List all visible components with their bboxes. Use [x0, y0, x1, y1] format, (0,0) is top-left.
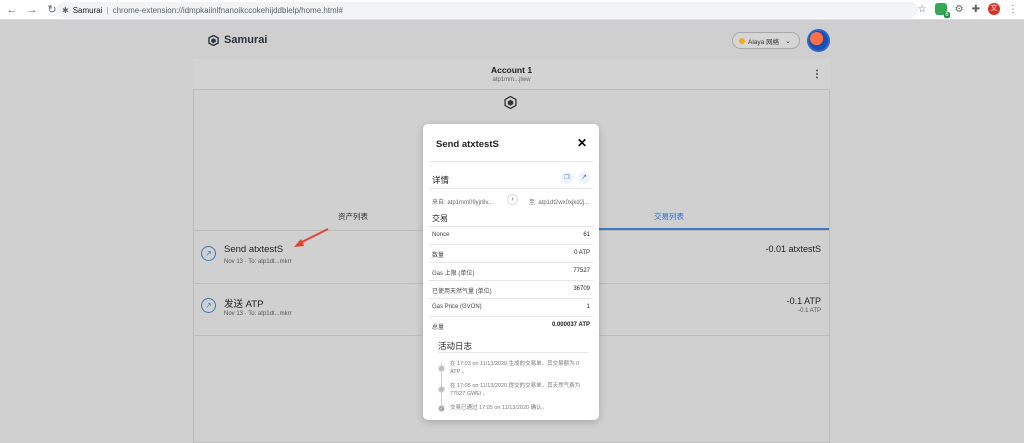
- detail-key: Gas 上限 (单位): [432, 271, 475, 277]
- detail-row-amount: 数量 0 ATP: [429, 244, 593, 261]
- extension-samurai-icon[interactable]: 6: [934, 3, 950, 18]
- extensions-puzzle-icon[interactable]: ✚: [972, 4, 980, 15]
- modal-title: Send atxtestS: [436, 139, 499, 150]
- divider: [429, 161, 593, 162]
- detail-key: 数量: [432, 253, 445, 259]
- detail-key: Gas Price (GVON): [432, 304, 482, 310]
- from-address[interactable]: 来自: atp1mm09yjr8v...: [432, 197, 493, 206]
- divider: [429, 188, 593, 189]
- account-menu-icon[interactable]: ⋮: [812, 69, 822, 80]
- detail-key: Nonce: [432, 232, 450, 238]
- detail-value: 61: [583, 232, 590, 238]
- transaction-details-modal: Send atxtestS ✕ 详情 ❐ ↗ 来自: atp1mm09yjr8v…: [423, 124, 599, 420]
- detail-key: 总量: [432, 325, 445, 331]
- detail-value: 77527: [573, 268, 590, 274]
- transaction-amount: -0.1 ATP: [786, 296, 821, 306]
- copy-icon[interactable]: ❐: [561, 172, 573, 184]
- extension-badge-count: 6: [944, 12, 950, 18]
- timeline-dot-icon: [438, 386, 445, 393]
- transaction-amount: -0.01 atxtestS: [765, 244, 821, 254]
- activity-log-entry: 交易已通过 17:05 on 11/13/2020 确认。: [450, 405, 548, 411]
- account-address[interactable]: atp1mm...jlww: [193, 77, 830, 83]
- network-status-icon: [739, 37, 745, 44]
- browser-toolbar: ← → ↻ ✱ Samurai | chrome-extension://idm…: [0, 0, 1024, 20]
- close-icon[interactable]: ✕: [577, 136, 587, 150]
- detail-row-gas-limit: Gas 上限 (单位) 77527: [429, 262, 593, 279]
- transaction-subtitle: Nov 13 · To: atp1dt...mkrr: [224, 259, 292, 265]
- network-label: Alaya 网络: [748, 38, 780, 46]
- activity-log-entry: 在 17:05 on 11/13/2020 提交的交易单，其天然气费为 7752…: [450, 383, 581, 397]
- extension-icon[interactable]: ⚙: [955, 4, 964, 15]
- account-avatar[interactable]: [807, 29, 830, 52]
- transaction-section-title: 交易: [432, 214, 448, 223]
- divider: [438, 352, 588, 353]
- brand-name: Samurai: [224, 34, 268, 46]
- brand-logo: Samurai: [208, 34, 267, 46]
- detail-value: 1: [586, 304, 590, 310]
- forward-icon[interactable]: →: [24, 4, 40, 16]
- transaction-subtitle: Nov 13 · To: atp1dt...mkrr: [224, 311, 292, 317]
- detail-row-total: 总量 0.000037 ATP: [429, 316, 593, 333]
- check-icon: ✓: [438, 405, 445, 412]
- tab-assets[interactable]: 资产列表: [338, 211, 368, 222]
- network-selector[interactable]: Alaya 网络 ⌄: [732, 32, 800, 49]
- chrome-menu-icon[interactable]: ⋮: [1008, 4, 1018, 15]
- chevron-down-icon: ⌄: [785, 37, 791, 45]
- detail-row-gas-used: 已使用天然气量 (单位) 36709: [429, 280, 593, 297]
- tab-transactions[interactable]: 交易列表: [654, 211, 684, 222]
- to-address[interactable]: 至: atp1dt2wx0xjkd2j...: [529, 197, 589, 206]
- send-arrow-icon: ↗: [201, 246, 216, 261]
- token-cube-icon: [504, 96, 517, 109]
- account-header: Account 1 atp1mm...jlww ⋮: [193, 59, 830, 90]
- back-icon[interactable]: ←: [4, 4, 20, 16]
- timeline-dot-icon: [438, 365, 445, 372]
- activity-log-entry: 在 17:03 on 11/13/2020 生成的交易单，其交易额为 0 ATP…: [450, 361, 580, 375]
- transaction-title: 发送 ATP: [224, 299, 264, 310]
- transaction-amount-secondary: -0.1 ATP: [798, 308, 821, 314]
- extension-page-icon: ✱: [62, 5, 69, 15]
- annotation-arrow-icon: [294, 228, 329, 247]
- detail-row-gas-price: Gas Price (GVON) 1: [429, 298, 593, 315]
- details-label: 详情: [432, 175, 450, 185]
- external-link-icon[interactable]: ↗: [578, 172, 590, 184]
- send-arrow-icon: ↗: [201, 298, 216, 313]
- detail-value: 36709: [573, 286, 590, 292]
- activity-log-title: 活动日志: [438, 341, 473, 351]
- detail-value: 0.000037 ATP: [551, 322, 590, 328]
- account-name[interactable]: Account 1: [193, 65, 830, 75]
- chevron-right-icon: ›: [507, 194, 518, 205]
- address-bar[interactable]: ✱ Samurai | chrome-extension://idmpkaiin…: [56, 2, 918, 18]
- transaction-title: Send atxtestS: [224, 244, 284, 255]
- url-separator: |: [106, 5, 109, 15]
- detail-key: 已使用天然气量 (单位): [432, 289, 492, 295]
- bookmark-star-icon[interactable]: ☆: [918, 4, 927, 15]
- detail-row-nonce: Nonce 61: [429, 226, 593, 243]
- samurai-logo-icon: [208, 34, 219, 46]
- detail-value: 0 ATP: [574, 250, 590, 256]
- url-text: chrome-extension://idmpkaiinlfnanoikccok…: [112, 5, 343, 15]
- profile-avatar[interactable]: 文: [988, 3, 1000, 15]
- site-name: Samurai: [72, 5, 103, 15]
